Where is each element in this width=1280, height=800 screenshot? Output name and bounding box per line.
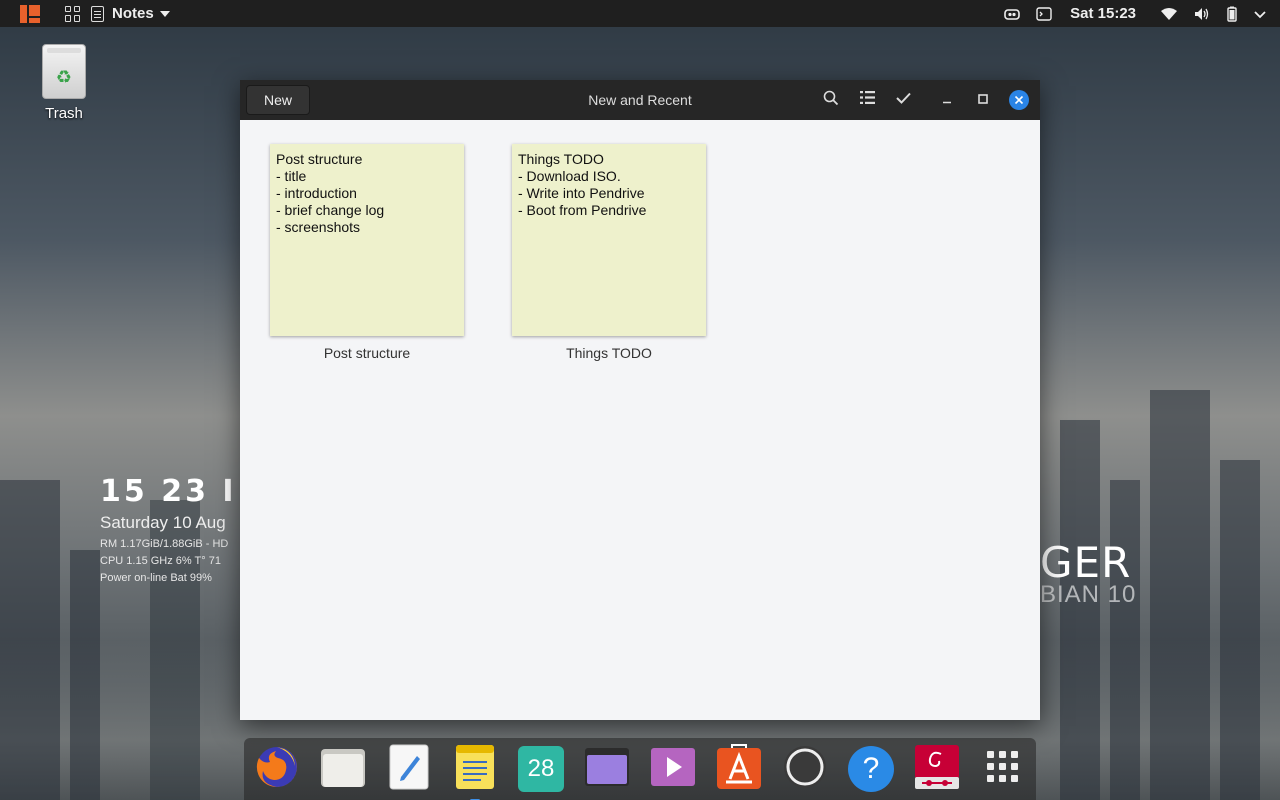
- note-line: Post structure: [276, 151, 363, 167]
- note-line: - title: [276, 168, 307, 184]
- wifi-icon[interactable]: [1160, 7, 1178, 21]
- search-icon: [823, 90, 839, 111]
- conky-cpu: CPU 1.15 GHz 6% T° 71: [100, 555, 221, 567]
- maximize-button[interactable]: [965, 80, 1001, 120]
- clock[interactable]: Sat 15:23: [1070, 5, 1136, 22]
- dock: 28 ?: [244, 738, 1036, 800]
- dock-help[interactable]: ?: [846, 744, 896, 794]
- text-editor-icon: [389, 744, 429, 795]
- note-card[interactable]: Post structure - title - introduction - …: [270, 144, 464, 720]
- battery-icon[interactable]: [1226, 6, 1238, 22]
- brand-line2: BIAN 10: [1040, 581, 1137, 608]
- dock-debian[interactable]: [912, 744, 962, 794]
- app-menu-label: Notes: [112, 5, 154, 22]
- dock-firefox[interactable]: [252, 744, 302, 794]
- calendar-icon: 28: [518, 746, 564, 792]
- files-icon: [320, 745, 366, 794]
- notes-icon: [455, 744, 495, 795]
- show-apps-icon: [986, 750, 1020, 789]
- selection-mode-button[interactable]: [885, 80, 921, 120]
- dock-circle-app[interactable]: [780, 744, 830, 794]
- note-line: - Boot from Pendrive: [518, 202, 647, 218]
- dock-notes[interactable]: [450, 744, 500, 800]
- trash-icon: ♻: [42, 44, 86, 99]
- note-preview: Post structure - title - introduction - …: [270, 144, 464, 336]
- software-icon: [716, 743, 762, 795]
- caret-down-icon: [159, 10, 170, 17]
- brand-line1: GER: [1040, 538, 1132, 587]
- activities-button[interactable]: [0, 0, 60, 27]
- search-button[interactable]: [813, 80, 849, 120]
- close-icon: [1014, 93, 1024, 108]
- videos-icon: [650, 747, 696, 792]
- note-line: - brief change log: [276, 202, 385, 218]
- activities-logo-icon: [20, 4, 40, 23]
- screenshot-icon: [584, 747, 630, 792]
- note-line: - screenshots: [276, 219, 361, 235]
- volume-icon[interactable]: [1194, 7, 1210, 21]
- note-line: - introduction: [276, 185, 357, 201]
- cast-icon[interactable]: [1004, 7, 1020, 21]
- conky-date: Saturday 10 Aug: [100, 513, 226, 532]
- terminal-icon[interactable]: [1036, 6, 1052, 21]
- circle-app-icon: [782, 744, 828, 795]
- notes-grid: Post structure - title - introduction - …: [240, 120, 1040, 720]
- minimize-button[interactable]: [929, 80, 965, 120]
- header-bar: New New and Recent: [240, 80, 1040, 120]
- dock-software[interactable]: [714, 743, 764, 795]
- dock-screenshot[interactable]: [582, 744, 632, 794]
- dock-files[interactable]: [318, 744, 368, 794]
- dock-text-editor[interactable]: [384, 744, 434, 794]
- note-line: - Download ISO.: [518, 168, 621, 184]
- note-card[interactable]: Things TODO - Download ISO. - Write into…: [512, 144, 706, 720]
- note-preview: Things TODO - Download ISO. - Write into…: [512, 144, 706, 336]
- conky-time: 15 23 I: [100, 474, 237, 509]
- top-bar: Notes Sat 15:23: [0, 0, 1280, 27]
- trash-label: Trash: [45, 105, 83, 122]
- app-grid-icon[interactable]: [65, 5, 81, 22]
- checkmark-icon: [895, 91, 911, 109]
- help-icon: ?: [848, 746, 894, 792]
- app-menu[interactable]: Notes: [91, 5, 170, 22]
- new-note-button[interactable]: New: [246, 85, 310, 115]
- power-icon[interactable]: [1254, 9, 1266, 19]
- conky-power: Power on-line Bat 99%: [100, 572, 212, 584]
- conky-ram: RM 1.17GiB/1.88GiB - HD: [100, 538, 229, 550]
- note-title: Things TODO: [566, 345, 652, 361]
- dock-videos[interactable]: [648, 744, 698, 794]
- note-title: Post structure: [323, 345, 411, 361]
- notes-window: New New and Recent Post structure - titl…: [240, 80, 1040, 720]
- notes-app-icon: [91, 5, 104, 22]
- system-monitor-widget: 15 23 I Saturday 10 Aug RM 1.17GiB/1.88G…: [100, 474, 240, 584]
- list-view-icon: [859, 91, 875, 109]
- calendar-day: 28: [527, 755, 555, 782]
- list-view-button[interactable]: [849, 80, 885, 120]
- dock-calendar[interactable]: 28: [516, 744, 566, 794]
- trash-desktop-icon[interactable]: ♻ Trash: [36, 44, 92, 122]
- note-line: Things TODO: [518, 151, 604, 167]
- dock-show-apps[interactable]: [978, 744, 1028, 794]
- debian-icon: [914, 744, 960, 795]
- maximize-icon: [978, 91, 988, 109]
- firefox-icon: [254, 744, 300, 795]
- wallpaper-brand-text: GER BIAN 10: [1040, 538, 1136, 609]
- close-button[interactable]: [1009, 90, 1029, 110]
- minimize-icon: [942, 91, 952, 109]
- note-line: - Write into Pendrive: [518, 185, 645, 201]
